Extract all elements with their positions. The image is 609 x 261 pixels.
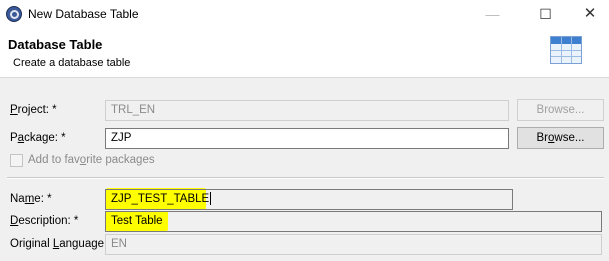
- wizard-header: Database Table Create a database table: [0, 28, 609, 78]
- project-browse-button: Browse...: [517, 99, 604, 121]
- minimize-button[interactable]: —: [470, 0, 515, 28]
- form-area: Project: * TRL_EN Browse... Package: * Z…: [0, 79, 609, 261]
- original-language-label: Original Language:: [10, 238, 108, 250]
- description-field[interactable]: Test Table: [105, 211, 602, 232]
- description-label: Description: *: [10, 215, 79, 227]
- add-to-favorites-checkbox[interactable]: [10, 154, 23, 167]
- close-button[interactable]: ✕: [571, 0, 609, 28]
- text-cursor: [210, 192, 212, 206]
- wizard-subtitle: Create a database table: [13, 57, 131, 69]
- maximize-button[interactable]: ☐: [523, 0, 568, 28]
- wizard-title: Database Table: [8, 37, 103, 52]
- new-database-table-dialog: New Database Table — ☐ ✕ Database Table …: [0, 0, 609, 261]
- package-label: Package: *: [10, 132, 66, 144]
- add-to-favorites-label: Add to favorite packages: [28, 154, 155, 166]
- package-browse-button[interactable]: Browse...: [517, 127, 604, 149]
- eclipse-app-icon: [6, 6, 22, 22]
- name-label: Name: *: [10, 193, 52, 205]
- database-table-icon: [550, 36, 582, 64]
- project-label: Project: *: [10, 104, 57, 116]
- original-language-field: EN: [105, 234, 602, 255]
- project-field: TRL_EN: [105, 100, 509, 121]
- title-bar: New Database Table — ☐ ✕: [0, 0, 609, 28]
- package-field[interactable]: ZJP: [105, 128, 509, 149]
- name-field[interactable]: ZJP_TEST_TABLE: [105, 189, 513, 210]
- window-title: New Database Table: [28, 7, 139, 21]
